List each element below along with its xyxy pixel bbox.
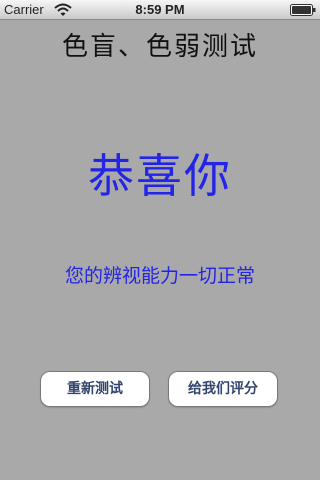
congratulations-heading: 恭喜你 [88, 149, 232, 203]
rate-us-button[interactable]: 给我们评分 [168, 371, 278, 407]
status-bar: Carrier 8:59 PM [0, 0, 320, 20]
battery-icon [290, 4, 316, 16]
result-message: 您的辨视能力一切正常 [64, 265, 255, 287]
status-time: 8:59 PM [135, 2, 185, 17]
retest-button[interactable]: 重新测试 [40, 371, 150, 407]
page-title: 色盲、色弱测试 [61, 32, 258, 62]
